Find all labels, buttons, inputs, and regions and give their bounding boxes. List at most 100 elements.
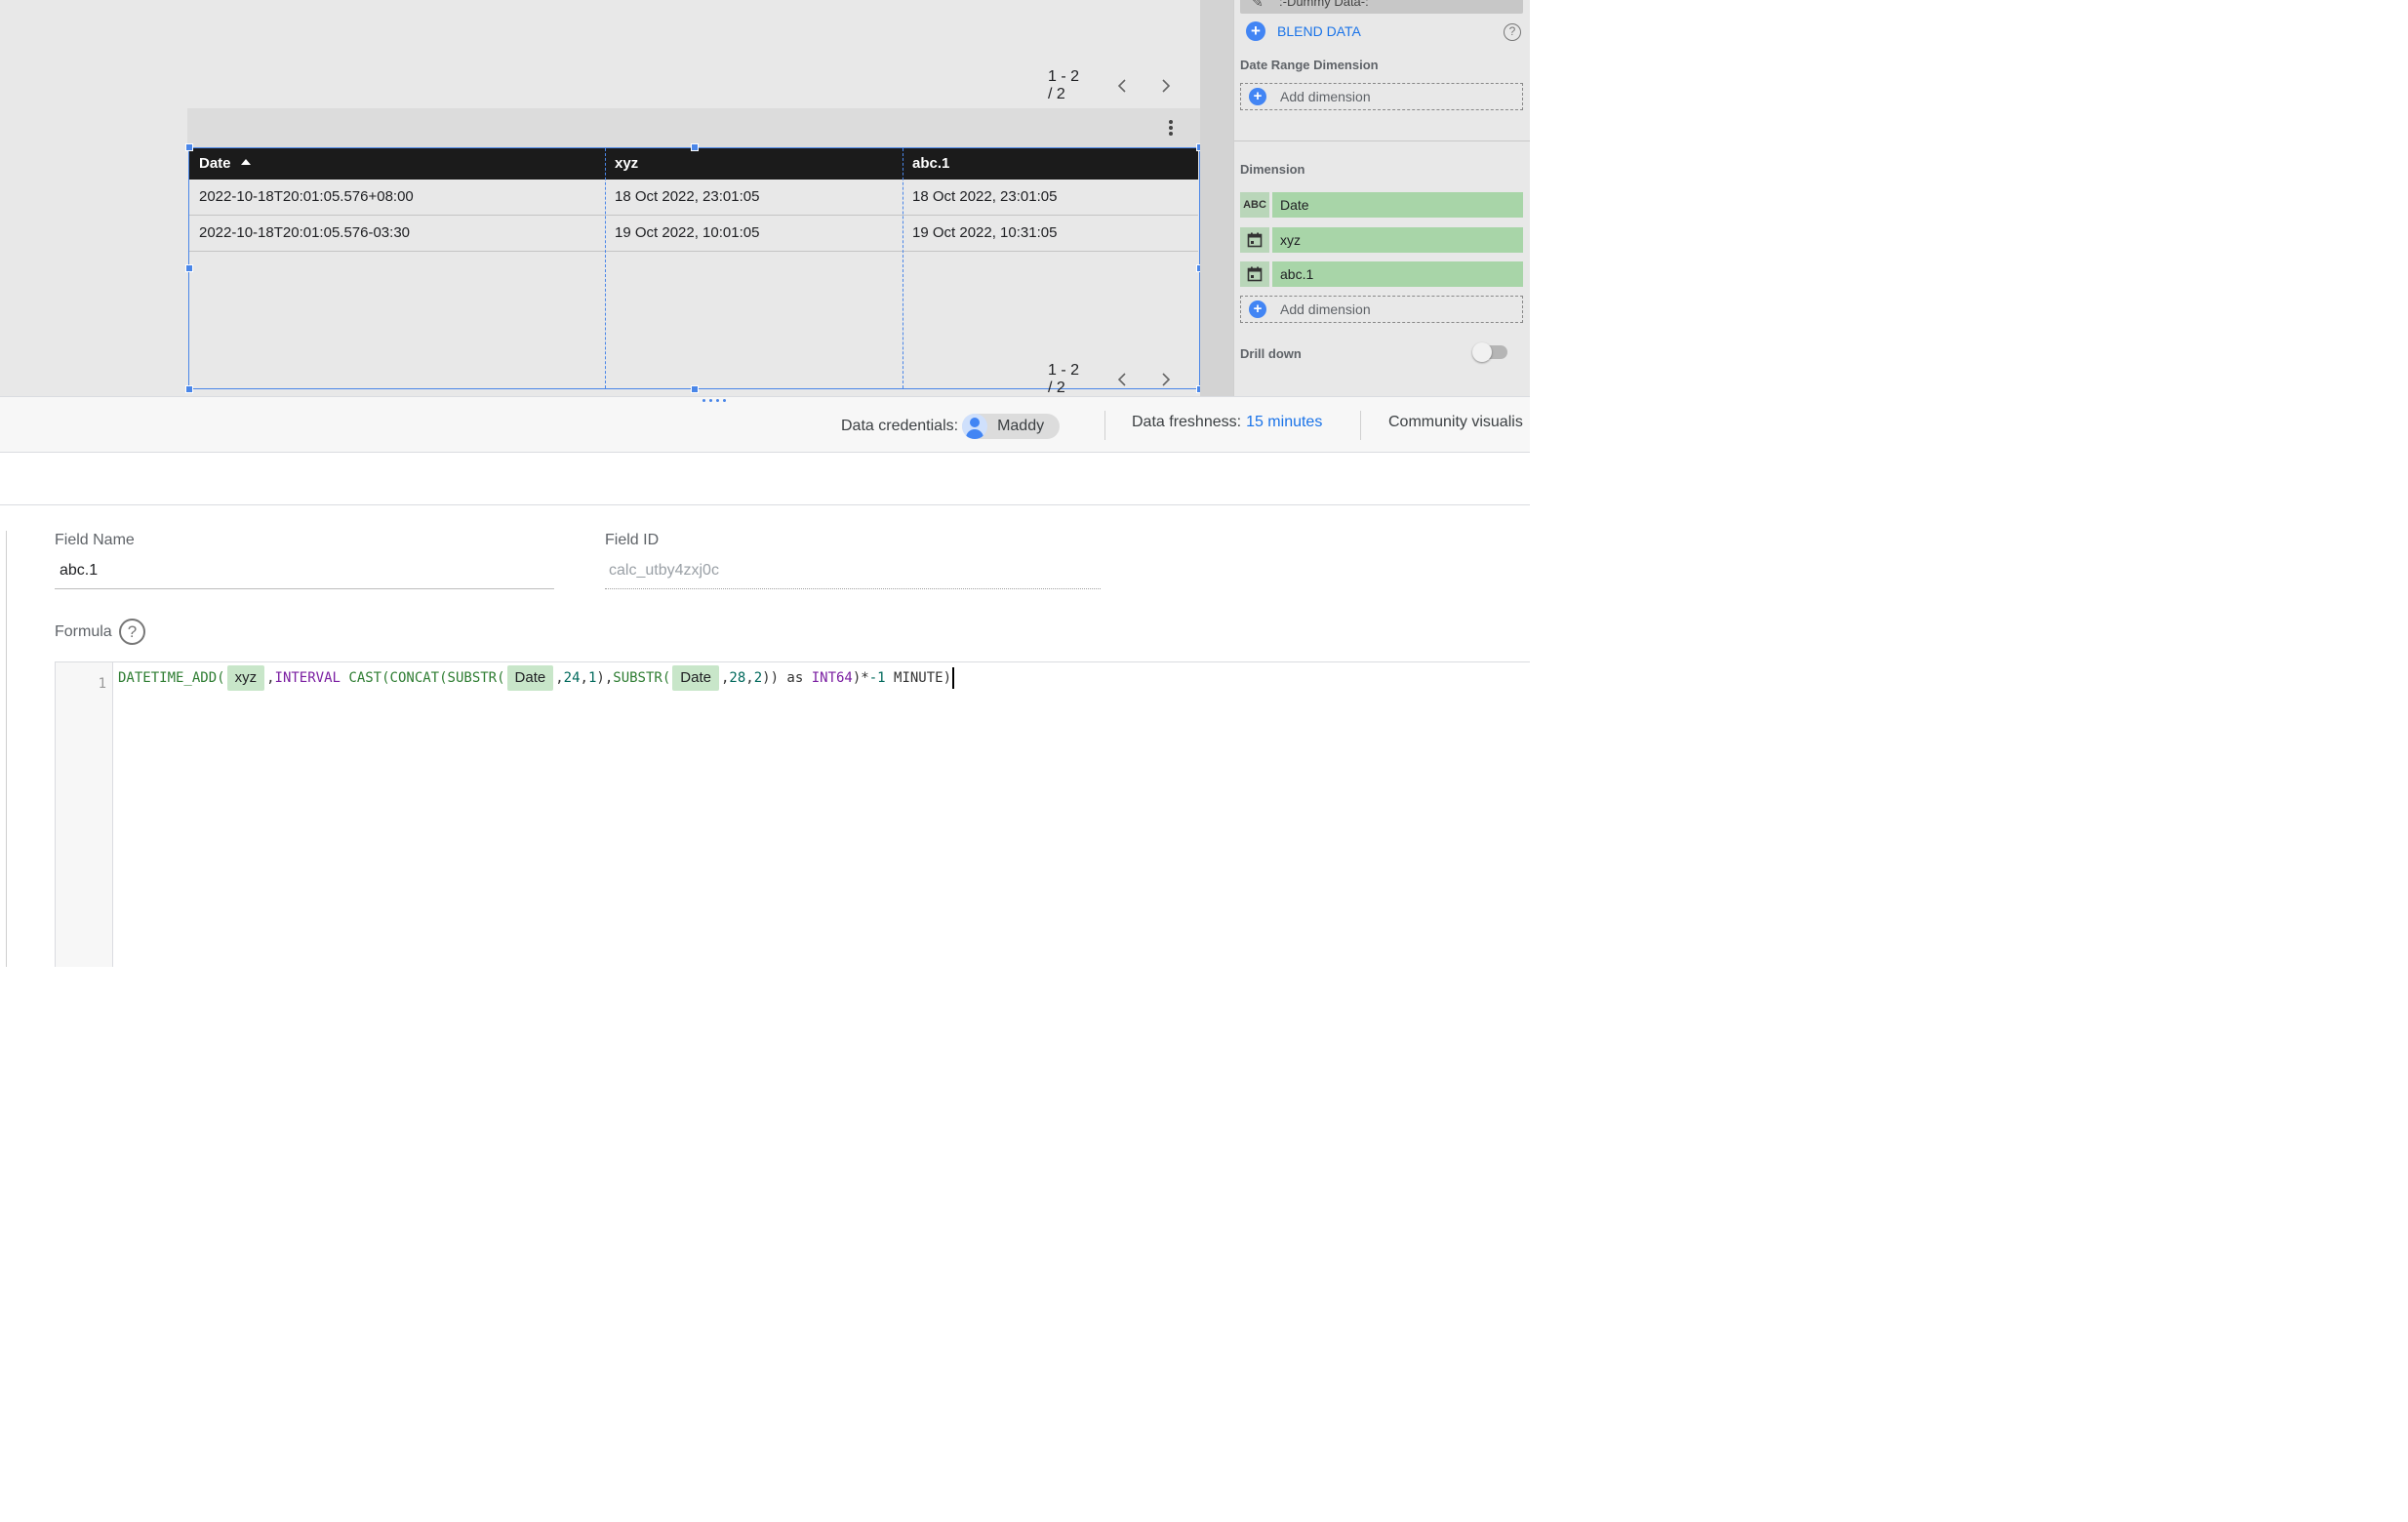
- panel-resize-handle[interactable]: [702, 399, 726, 402]
- table-cell: 18 Oct 2022, 23:01:05: [615, 188, 760, 205]
- data-source-name: :-Dummy Data-:: [1279, 0, 1369, 9]
- resize-handle[interactable]: [185, 385, 193, 393]
- chevron-left-icon[interactable]: [1114, 372, 1130, 387]
- formula-token: 28: [729, 670, 746, 686]
- resize-handle[interactable]: [185, 143, 193, 151]
- community-visualizations[interactable]: Community visualis: [1388, 414, 1523, 431]
- chevron-right-icon[interactable]: [1158, 372, 1174, 387]
- divider: [1104, 411, 1105, 440]
- table-cell: 19 Oct 2022, 10:31:05: [912, 224, 1058, 241]
- more-options-icon[interactable]: [1165, 118, 1177, 138]
- column-divider[interactable]: [605, 148, 606, 388]
- table-cell: 18 Oct 2022, 23:01:05: [912, 188, 1058, 205]
- table-row[interactable]: 2022-10-18T20:01:05.576+08:00 18 Oct 202…: [189, 180, 1198, 216]
- add-dimension-label: Add dimension: [1280, 301, 1371, 317]
- dimension-name: xyz: [1272, 227, 1523, 253]
- canvas-scroll-gutter: [1200, 0, 1233, 396]
- field-name-input[interactable]: abc.1: [55, 554, 554, 589]
- calendar-icon: [1240, 227, 1269, 253]
- dimension-label: Dimension: [1240, 162, 1305, 177]
- help-icon[interactable]: ?: [1504, 23, 1521, 41]
- pager-top: 1 - 2 / 2: [1048, 68, 1202, 103]
- date-range-dimension-label: Date Range Dimension: [1240, 58, 1379, 72]
- column-header-date[interactable]: Date: [189, 148, 605, 180]
- dimension-chip-xyz[interactable]: xyz: [1240, 227, 1523, 253]
- status-bar: Data credentials: Maddy Data freshness: …: [0, 396, 1530, 453]
- formula-token: 2: [753, 670, 763, 686]
- line-number-gutter: 1: [56, 662, 113, 967]
- table-header-row: Date xyz abc.1: [189, 148, 1198, 180]
- formula-editor[interactable]: 1 DATETIME_ADD(xyz, INTERVAL CAST(CONCAT(…: [55, 661, 1530, 967]
- formula-token: ,: [720, 670, 730, 686]
- toggle-knob: [1472, 342, 1492, 362]
- line-number: 1: [98, 676, 106, 692]
- chevron-left-icon[interactable]: [1114, 78, 1130, 94]
- dimension-chip-abc1[interactable]: abc.1: [1240, 261, 1523, 287]
- table-cell: 2022-10-18T20:01:05.576+08:00: [199, 188, 414, 205]
- resize-handle[interactable]: [185, 264, 193, 272]
- blend-data-label: BLEND DATA: [1277, 23, 1361, 39]
- resize-handle[interactable]: [691, 143, 699, 151]
- column-header-abc1[interactable]: abc.1: [903, 148, 1198, 180]
- add-circle-icon: +: [1249, 88, 1266, 105]
- dimension-name: Date: [1272, 192, 1523, 218]
- properties-panel: ✎ :-Dummy Data-: + BLEND DATA ? Date Ran…: [1233, 0, 1530, 396]
- formula-token: ,: [580, 670, 588, 686]
- pager-label: 1 - 2 / 2: [1048, 68, 1080, 102]
- add-dimension-label: Add dimension: [1280, 89, 1371, 104]
- data-credentials: Data credentials: Maddy: [841, 414, 1061, 439]
- pager-bottom: 1 - 2 / 2: [1048, 362, 1202, 396]
- app-root: 1 - 2 / 2 Date xyz abc.1 2022-10-18T20:0…: [0, 0, 1530, 967]
- credentials-chip[interactable]: Maddy: [962, 414, 1061, 439]
- table-chart[interactable]: Date xyz abc.1 2022-10-18T20:01:05.576+0…: [188, 147, 1200, 389]
- formula-token: SUBSTR(: [613, 670, 671, 686]
- column-header-xyz[interactable]: xyz: [605, 148, 903, 180]
- field-reference-chip[interactable]: Date: [506, 665, 554, 691]
- field-reference-chip[interactable]: xyz: [226, 665, 265, 691]
- formula-token: )*: [852, 670, 869, 686]
- column-header-label: abc.1: [912, 155, 950, 172]
- text-type-icon: ABC: [1240, 192, 1269, 218]
- credentials-user: Maddy: [997, 418, 1045, 434]
- formula-token: ,: [745, 670, 754, 686]
- data-freshness: Data freshness: 15 minutes: [1132, 414, 1322, 431]
- column-header-label: xyz: [615, 155, 639, 172]
- freshness-label: Data freshness:: [1132, 414, 1242, 430]
- field-name-label: Field Name: [55, 532, 135, 548]
- formula-token: MINUTE): [885, 670, 952, 686]
- sort-ascending-icon[interactable]: [240, 159, 251, 165]
- editor-toolbar-strip: [0, 453, 1530, 505]
- drill-down-toggle[interactable]: [1472, 342, 1507, 362]
- add-dimension-button[interactable]: + Add dimension: [1240, 296, 1523, 323]
- dimension-name: abc.1: [1272, 261, 1523, 287]
- divider: [1360, 411, 1361, 440]
- help-icon[interactable]: ?: [119, 619, 145, 645]
- formula-line[interactable]: DATETIME_ADD(xyz, INTERVAL CAST(CONCAT(SU…: [118, 664, 955, 692]
- formula-token: [341, 670, 348, 686]
- chart-header-bar: [187, 108, 1200, 147]
- edit-pencil-icon[interactable]: ✎: [1252, 0, 1264, 10]
- formula-label: Formula: [55, 623, 112, 640]
- formula-token: 1: [587, 670, 597, 686]
- drill-down-label: Drill down: [1240, 346, 1302, 361]
- formula-token: 24: [563, 670, 581, 686]
- field-id-label: Field ID: [605, 532, 660, 548]
- editor-left-border: [0, 531, 7, 967]
- data-source-chip[interactable]: ✎ :-Dummy Data-:: [1240, 0, 1523, 14]
- dimension-chip-date[interactable]: ABC Date: [1240, 192, 1523, 218]
- table-cell: 2022-10-18T20:01:05.576-03:30: [199, 224, 411, 241]
- calendar-icon: [1240, 261, 1269, 287]
- add-date-range-dimension-button[interactable]: + Add dimension: [1240, 83, 1523, 110]
- resize-handle[interactable]: [691, 385, 699, 393]
- formula-token: ),: [596, 670, 614, 686]
- add-circle-icon: +: [1246, 21, 1265, 41]
- table-row[interactable]: 2022-10-18T20:01:05.576-03:30 19 Oct 202…: [189, 216, 1198, 252]
- field-reference-chip[interactable]: Date: [672, 665, 719, 691]
- freshness-link[interactable]: 15 minutes: [1246, 414, 1322, 431]
- credentials-label: Data credentials:: [841, 418, 959, 434]
- chevron-right-icon[interactable]: [1158, 78, 1174, 94]
- add-circle-icon: +: [1249, 300, 1266, 318]
- formula-token: ,: [266, 670, 275, 686]
- blend-data-button[interactable]: + BLEND DATA: [1246, 21, 1361, 41]
- field-id-input: calc_utby4zxj0c: [605, 554, 1101, 589]
